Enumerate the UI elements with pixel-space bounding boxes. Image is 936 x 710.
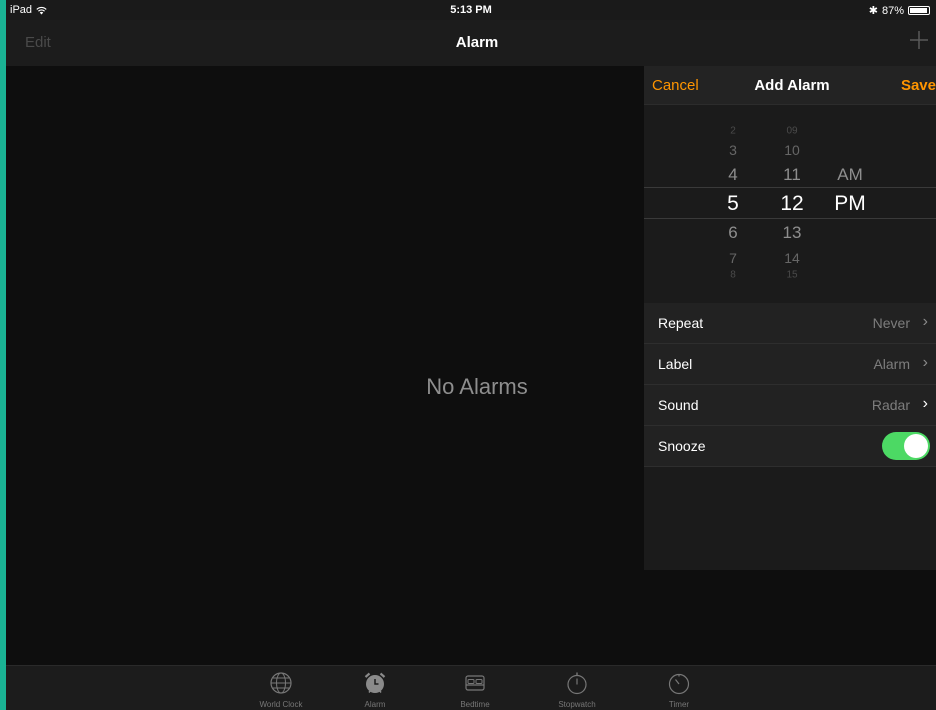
minute-option-selected[interactable]: 12 — [780, 192, 803, 216]
minute-option[interactable]: 14 — [784, 250, 800, 266]
tab-stopwatch[interactable]: Stopwatch — [542, 666, 612, 710]
sound-label: Sound — [658, 397, 699, 413]
sound-value: Radar — [871, 397, 910, 413]
minute-option[interactable]: 15 — [786, 270, 797, 281]
hour-option-selected[interactable]: 5 — [727, 192, 739, 216]
snooze-toggle[interactable] — [882, 432, 930, 460]
sound-row[interactable]: Sound Radar › — [644, 385, 936, 426]
label-row[interactable]: Label Alarm › — [644, 344, 936, 385]
picker-selection-bottom-line — [644, 218, 936, 219]
hour-option[interactable]: 2 — [730, 126, 736, 137]
tab-label: Alarm — [364, 700, 386, 709]
tab-world-clock[interactable]: World Clock — [246, 666, 316, 710]
label-label: Label — [658, 356, 693, 372]
chevron-right-icon: › — [922, 313, 928, 330]
hour-option[interactable]: 4 — [728, 165, 737, 185]
repeat-label: Repeat — [658, 315, 704, 331]
popover-header: Cancel Add Alarm Save — [644, 66, 936, 105]
page-title: Alarm — [455, 34, 499, 51]
bluetooth-icon: ✱ — [868, 5, 878, 17]
globe-icon — [270, 672, 292, 694]
snooze-row: Snooze — [644, 426, 936, 467]
hour-option[interactable]: 7 — [729, 250, 737, 266]
repeat-value: Never — [872, 315, 910, 331]
minute-option[interactable]: 10 — [784, 142, 800, 158]
add-alarm-popover: Cancel Add Alarm Save 2 3 4 5 6 7 8 09 1… — [644, 66, 936, 570]
snooze-label: Snooze — [658, 438, 706, 454]
save-button[interactable]: Save — [901, 77, 936, 94]
add-alarm-plus-icon[interactable] — [908, 29, 930, 51]
label-value: Alarm — [873, 356, 910, 372]
chevron-right-icon: › — [922, 354, 928, 371]
timer-icon — [668, 673, 690, 695]
toggle-knob — [904, 434, 928, 458]
tab-label: Timer — [668, 700, 690, 709]
minute-option[interactable]: 11 — [783, 165, 801, 185]
tab-label: World Clock — [259, 700, 303, 709]
alarm-settings-list: Repeat Never › Label Alarm › Sound Radar… — [644, 303, 936, 467]
tab-alarm[interactable]: Alarm — [340, 666, 410, 710]
repeat-row[interactable]: Repeat Never › — [644, 303, 936, 344]
ipad-screen: iPad 5:13 PM ✱ 87% Edit Alarm No Alarms … — [6, 0, 936, 710]
chevron-right-icon: › — [922, 395, 928, 412]
battery-percent: 87% — [881, 4, 904, 17]
time-picker[interactable]: 2 3 4 5 6 7 8 09 10 11 12 13 14 15 AM PM — [644, 105, 936, 301]
minute-option[interactable]: 09 — [786, 126, 797, 137]
tab-label: Bedtime — [460, 700, 490, 709]
battery-icon — [908, 6, 930, 15]
tab-bar: World Clock Alarm Bedtime Stopwatch Time… — [6, 665, 936, 710]
tab-timer[interactable]: Timer — [644, 666, 714, 710]
period-option-pm-selected[interactable]: PM — [834, 192, 866, 216]
status-time: 5:13 PM — [450, 4, 492, 16]
bed-icon — [465, 675, 485, 691]
minute-option[interactable]: 13 — [783, 223, 802, 243]
stopwatch-icon — [567, 672, 587, 695]
tab-bedtime[interactable]: Bedtime — [440, 666, 510, 710]
hour-option[interactable]: 3 — [729, 142, 737, 158]
popover-title: Add Alarm — [754, 77, 830, 94]
navigation-bar: Edit Alarm — [6, 20, 936, 66]
period-option-am[interactable]: AM — [837, 165, 863, 185]
alarm-clock-icon — [364, 672, 386, 693]
hour-option[interactable]: 6 — [728, 223, 737, 243]
status-bar: iPad 5:13 PM ✱ 87% — [6, 0, 936, 20]
tab-label: Stopwatch — [558, 700, 596, 709]
hour-option[interactable]: 8 — [730, 270, 736, 281]
picker-selection-top-line — [644, 187, 936, 188]
